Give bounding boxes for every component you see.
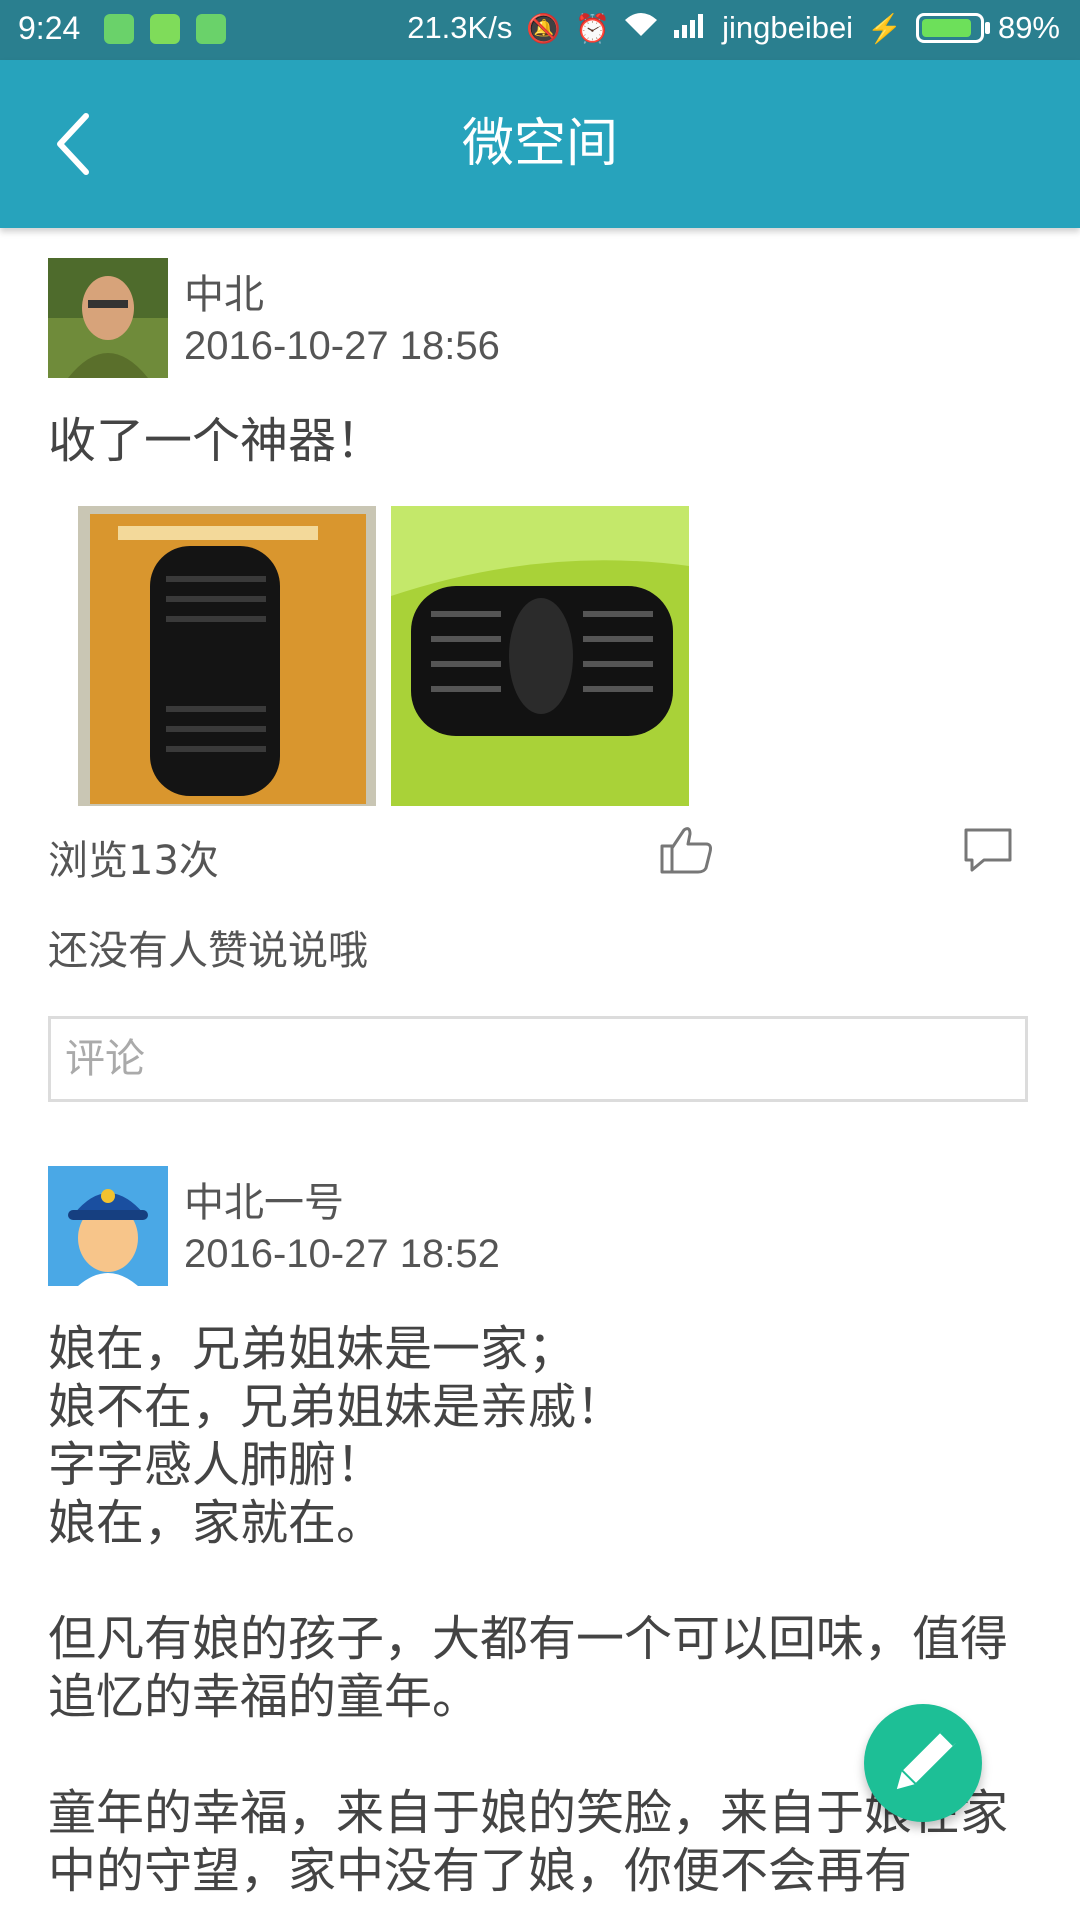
android-notification-icon: [104, 14, 134, 44]
status-bar: 9:24 21.3K/s 🔕 ⏰ jingbeibei ⚡ 89%: [0, 0, 1080, 60]
compose-button[interactable]: [864, 1704, 982, 1822]
post-time: 2016-10-27 18:52: [184, 1232, 500, 1276]
carrier-name: jingbeibei: [722, 10, 854, 45]
alarm-icon: ⏰: [575, 12, 611, 44]
charging-icon: ⚡: [867, 12, 902, 44]
user-name[interactable]: 中北: [184, 262, 264, 320]
android-notification-icon: [196, 14, 226, 44]
battery-fill: [921, 19, 971, 37]
battery-notification-icon: [150, 14, 180, 44]
mute-icon: 🔕: [526, 12, 562, 44]
battery-icon: [915, 13, 990, 43]
status-time: 9:24: [18, 10, 81, 46]
thumbs-up-icon[interactable]: [658, 824, 714, 876]
net-speed: 21.3K/s: [407, 10, 513, 45]
avatar[interactable]: [48, 1166, 168, 1286]
comment-field[interactable]: [48, 1016, 1028, 1102]
post-time: 2016-10-27 18:56: [184, 324, 500, 368]
battery-percent: 89%: [997, 10, 1060, 45]
signal-icon: [672, 12, 708, 45]
pencil-icon: [896, 1727, 959, 1790]
comment-bubble-icon[interactable]: [960, 824, 1016, 876]
avatar[interactable]: [48, 258, 168, 378]
user-name[interactable]: 中北一号: [184, 1170, 344, 1228]
wifi-icon: [624, 12, 658, 45]
post-photo[interactable]: [391, 506, 689, 806]
comment-input[interactable]: [51, 1019, 1025, 1099]
view-count: 浏览13次: [48, 838, 219, 884]
post-photo[interactable]: [78, 506, 376, 806]
page-title: 微空间: [461, 114, 618, 174]
post-text: 收了一个神器！: [48, 413, 385, 469]
app-bar: 微空间: [0, 60, 1080, 228]
likes-status: 还没有人赞说说哦: [48, 928, 368, 974]
